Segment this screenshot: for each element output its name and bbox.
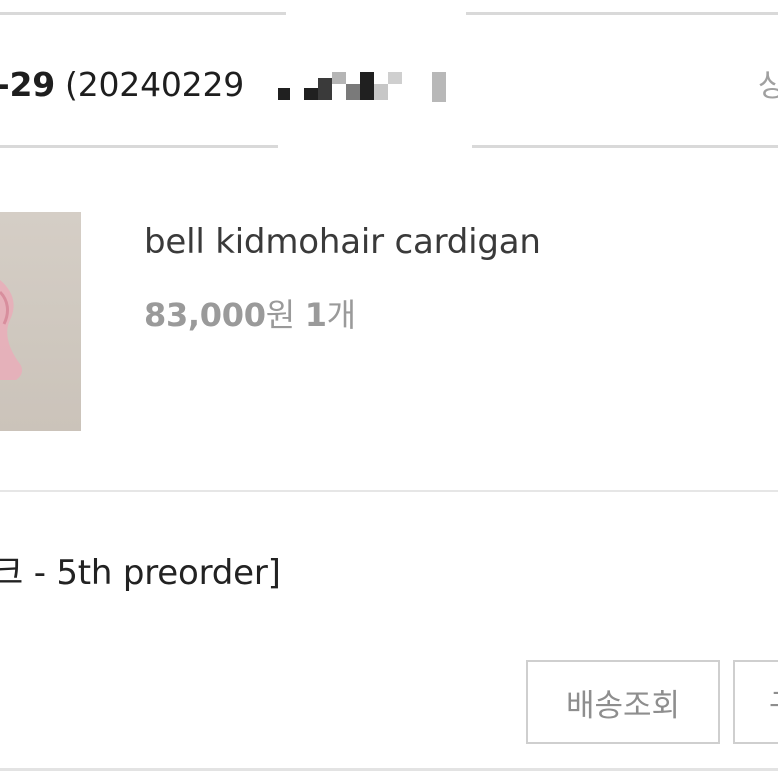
order-detail-screen: -29 (20240229 상 bell kidmohair cardigan … xyxy=(0,0,778,778)
top-divider-left xyxy=(0,12,286,15)
delivery-tracking-button[interactable]: 배송조회 xyxy=(526,660,720,744)
price-unit: 원 xyxy=(265,296,295,334)
top-divider-right xyxy=(466,12,778,15)
quantity-unit: 개 xyxy=(326,296,356,334)
product-thumbnail[interactable] xyxy=(0,212,81,431)
product-option: 크 - 5th preorder] xyxy=(0,553,281,593)
product-name[interactable]: bell kidmohair cardigan xyxy=(144,222,541,262)
secondary-action-button[interactable]: 구 xyxy=(733,660,778,744)
header-bottom-divider-left xyxy=(0,145,278,148)
order-number: (20240229 xyxy=(65,64,245,104)
bottom-divider xyxy=(0,768,778,771)
header-bottom-divider-right xyxy=(472,145,778,148)
product-quantity: 1 xyxy=(304,296,327,334)
product-price: 83,000 xyxy=(144,296,266,334)
price-quantity-row: 83,000원 1개 xyxy=(144,290,356,336)
product-thumbnail-image xyxy=(0,280,23,380)
order-header: -29 (20240229 xyxy=(0,58,244,110)
redacted-order-number xyxy=(270,70,460,110)
product-bottom-divider xyxy=(0,490,778,492)
order-status: 상 xyxy=(758,68,778,104)
order-date: -29 xyxy=(0,64,56,104)
